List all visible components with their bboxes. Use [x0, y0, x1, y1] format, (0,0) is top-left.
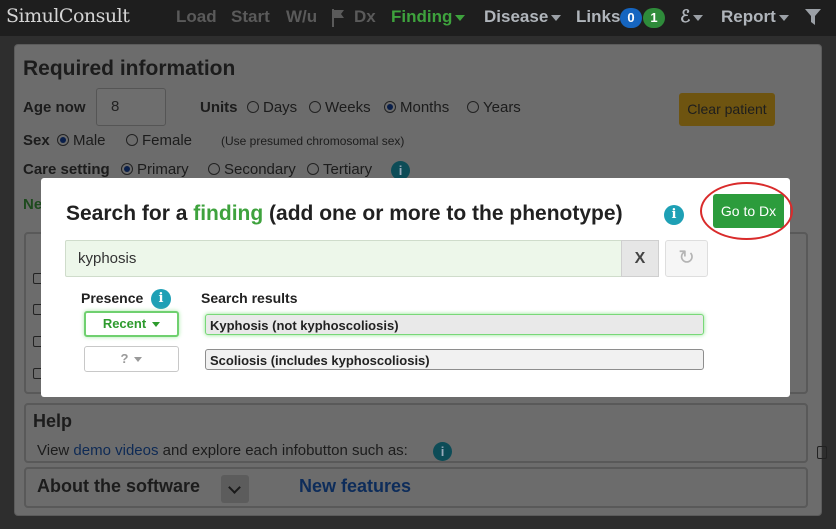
help-text-prefix: View: [37, 442, 74, 459]
refresh-icon[interactable]: ↻: [665, 240, 708, 277]
annotation-circle: [700, 182, 793, 240]
radio-female[interactable]: [126, 134, 138, 146]
care-secondary[interactable]: Secondary: [208, 161, 296, 178]
care-tertiary[interactable]: Tertiary: [307, 161, 372, 178]
required-title: Required information: [23, 57, 236, 80]
age-label: Age now: [23, 99, 86, 116]
nav-links[interactable]: Links: [576, 7, 620, 27]
nav-report[interactable]: Report: [721, 7, 789, 27]
sex-label: Sex: [23, 132, 50, 149]
care-primary[interactable]: Primary: [121, 161, 189, 178]
chevron-down-icon[interactable]: [221, 475, 249, 503]
care-secondary-label: Secondary: [224, 161, 296, 178]
radio-months[interactable]: [384, 101, 396, 113]
presence-select-value: Recent: [102, 316, 147, 331]
scroll-handle[interactable]: [817, 446, 827, 459]
search-result-item[interactable]: Kyphosis (not kyphoscoliosis): [205, 314, 704, 335]
presence-info-icon[interactable]: i: [151, 289, 171, 309]
partial-section-label: Ne: [23, 196, 43, 213]
help-text-suffix: and explore each infobutton such as:: [158, 442, 408, 459]
radio-days[interactable]: [247, 101, 259, 113]
nav-start[interactable]: Start: [231, 7, 270, 27]
sex-male[interactable]: Male: [57, 132, 106, 149]
units-weeks[interactable]: Weeks: [309, 99, 371, 116]
sex-note: (Use presumed chromosomal sex): [221, 134, 405, 148]
modal-title-prefix: Search for a: [66, 202, 194, 225]
sex-female[interactable]: Female: [126, 132, 192, 149]
nav-load[interactable]: Load: [176, 7, 217, 27]
radio-weeks[interactable]: [309, 101, 321, 113]
units-weeks-label: Weeks: [325, 99, 371, 116]
new-features-link[interactable]: New features: [299, 476, 411, 497]
sex-male-label: Male: [73, 132, 106, 149]
units-years[interactable]: Years: [467, 99, 521, 116]
nav-report-label: Report: [721, 7, 776, 26]
links-badge-green[interactable]: 1: [643, 8, 665, 28]
finding-search-modal: Search for a finding (add one or more to…: [41, 178, 793, 397]
finding-search-input[interactable]: kyphosis: [65, 240, 622, 277]
care-primary-label: Primary: [137, 161, 189, 178]
care-tertiary-label: Tertiary: [323, 161, 373, 178]
age-input[interactable]: 8: [96, 88, 166, 126]
help-info-icon[interactable]: i: [433, 442, 452, 461]
chevron-down-icon: [778, 14, 789, 21]
chevron-down-icon: [134, 357, 143, 363]
presence-header: Presence: [81, 290, 144, 306]
clear-patient-button[interactable]: Clear patient: [679, 93, 775, 126]
search-result-item[interactable]: Scoliosis (includes kyphoscoliosis): [205, 349, 704, 370]
chevron-down-icon: [455, 14, 466, 21]
units-months[interactable]: Months: [384, 99, 449, 116]
info-icon[interactable]: i: [664, 205, 684, 225]
links-badge-blue[interactable]: 0: [620, 8, 642, 28]
presence-select[interactable]: Recent: [84, 311, 179, 337]
nav-finding-label: Finding: [391, 7, 453, 26]
nav-disease-label: Disease: [484, 7, 549, 26]
presence-select[interactable]: ?: [84, 346, 179, 372]
nav-finding[interactable]: Finding: [391, 7, 466, 27]
radio-secondary[interactable]: [208, 163, 220, 175]
app-logo[interactable]: SimulConsult: [6, 5, 130, 27]
sex-female-label: Female: [142, 132, 193, 149]
radio-male[interactable]: [57, 134, 69, 146]
dna-menu[interactable]: ℰ: [680, 7, 704, 27]
radio-primary[interactable]: [121, 163, 133, 175]
flag-icon[interactable]: [331, 9, 345, 32]
results-header: Search results: [201, 290, 298, 306]
clear-search-button[interactable]: X: [621, 240, 659, 277]
presence-select-value: ?: [120, 351, 129, 366]
modal-title-accent: finding: [193, 202, 264, 225]
units-months-label: Months: [400, 99, 450, 116]
radio-tertiary[interactable]: [307, 163, 319, 175]
nav-workup[interactable]: W/u: [286, 7, 317, 27]
radio-years[interactable]: [467, 101, 479, 113]
top-navbar: SimulConsult Load Start W/u Dx Finding D…: [0, 0, 836, 36]
chevron-down-icon: [693, 14, 704, 21]
modal-title: Search for a finding (add one or more to…: [66, 202, 623, 226]
about-title: About the software: [37, 476, 201, 496]
chevron-down-icon: [551, 14, 562, 21]
care-label: Care setting: [23, 161, 110, 178]
help-title: Help: [33, 411, 73, 431]
filter-icon[interactable]: [805, 9, 821, 31]
help-text: View demo videos and explore each infobu…: [37, 442, 408, 459]
units-label: Units: [200, 99, 238, 116]
modal-title-suffix: (add one or more to the phenotype): [263, 202, 623, 225]
units-years-label: Years: [483, 99, 521, 116]
units-days[interactable]: Days: [247, 99, 297, 116]
dna-icon: ℰ: [680, 7, 691, 27]
units-days-label: Days: [263, 99, 298, 116]
chevron-down-icon: [152, 322, 161, 328]
nav-disease[interactable]: Disease: [484, 7, 562, 27]
demo-videos-link[interactable]: demo videos: [73, 442, 158, 459]
nav-dx[interactable]: Dx: [354, 7, 376, 27]
